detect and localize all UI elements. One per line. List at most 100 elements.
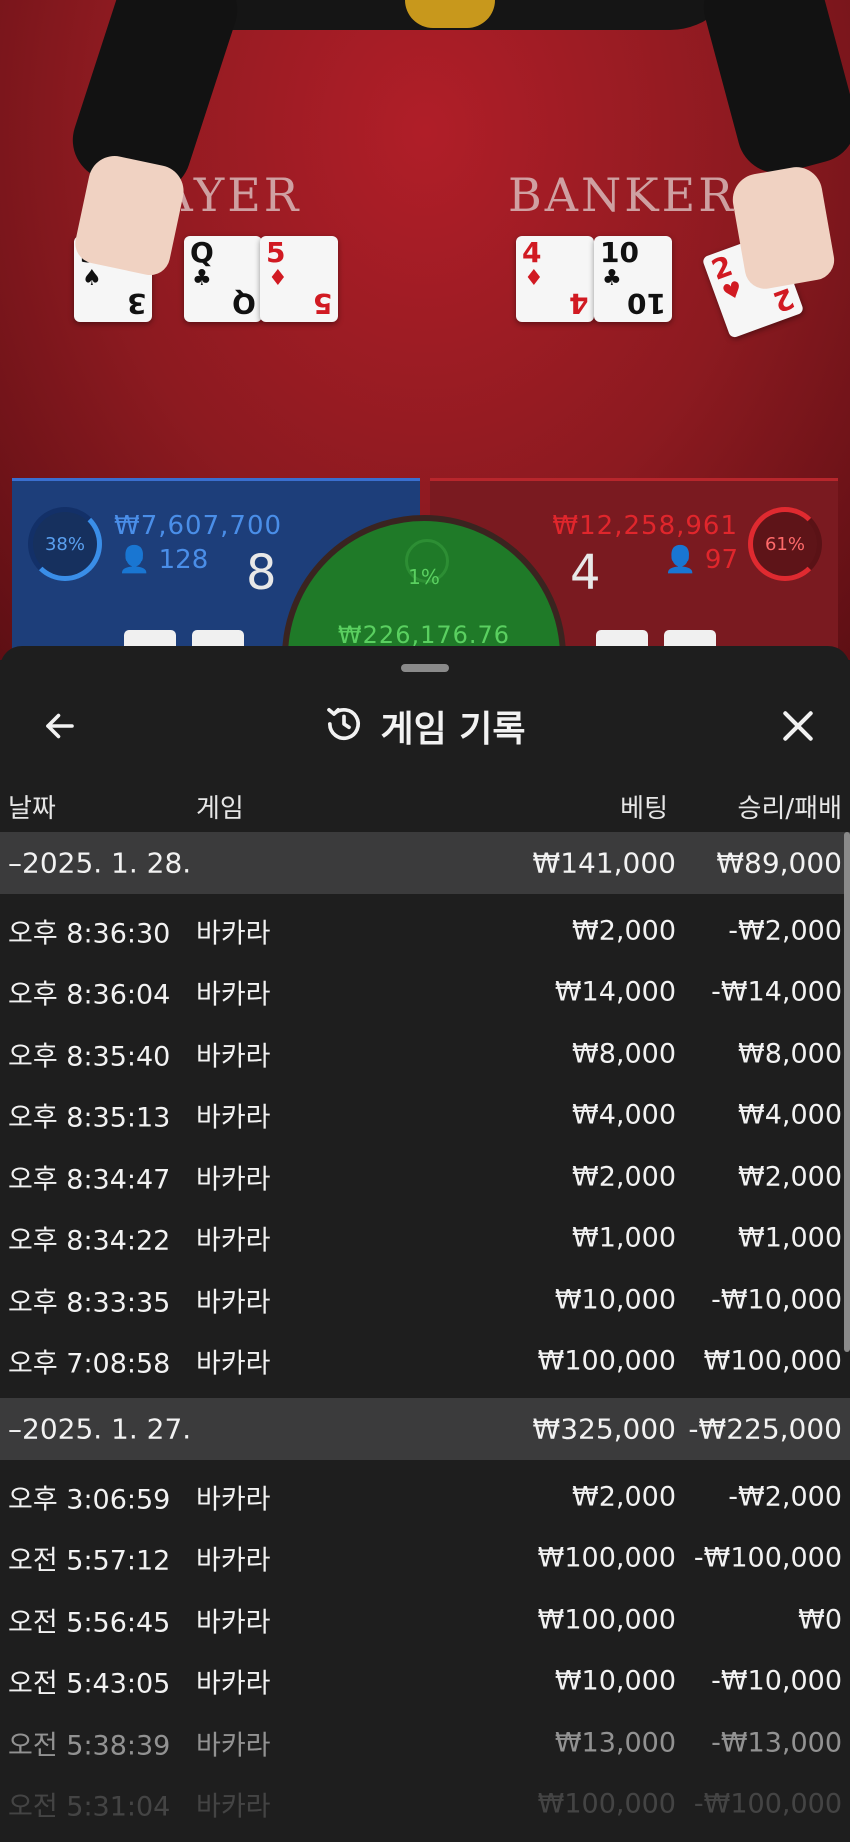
card-rank: 5 — [266, 236, 286, 269]
playing-card: 10 ♣ 10 — [594, 236, 672, 322]
group-bet-total: ₩141,000 — [532, 846, 676, 880]
row-result: -₩10,000 — [711, 1665, 842, 1697]
card-rank-bottom: 4 — [568, 287, 588, 320]
tie-bet-amount: ₩226,176.76 — [337, 621, 511, 649]
row-game: 바카라 — [196, 1730, 271, 1762]
dealer-right-arm — [694, 0, 850, 182]
card-rank: 4 — [522, 236, 542, 269]
history-row[interactable]: 오후 3:06:59 바카라 ₩2,000 -₩2,000 — [0, 1466, 850, 1528]
player-percent-ring: 38% — [28, 507, 102, 581]
card-rank: 10 — [600, 236, 639, 269]
row-bet: ₩2,000 — [572, 1161, 676, 1193]
row-bet: ₩2,000 — [572, 915, 676, 947]
row-result: ₩4,000 — [738, 1099, 842, 1131]
sheet-grabber-handle[interactable] — [401, 664, 449, 672]
row-bet: ₩13,000 — [554, 1727, 676, 1759]
row-bet: ₩4,000 — [572, 1099, 676, 1131]
row-bet: ₩100,000 — [537, 1542, 676, 1574]
history-row[interactable]: 오후 8:36:04 바카라 ₩14,000 -₩14,000 — [0, 962, 850, 1024]
player-bet-amount: ₩7,607,700 — [114, 511, 283, 541]
row-result: -₩2,000 — [728, 915, 842, 947]
row-game: 바카라 — [196, 1484, 271, 1516]
banker-score: 4 — [570, 545, 601, 601]
row-time: 오전 5:57:12 — [8, 1545, 171, 1577]
history-row[interactable]: 오전 5:31:04 바카라 ₩100,000 -₩100,000 — [0, 1774, 850, 1836]
row-game: 바카라 — [196, 1545, 271, 1577]
arrow-left-icon — [46, 713, 74, 739]
close-button[interactable] — [768, 696, 828, 756]
history-row[interactable]: 오후 8:35:40 바카라 ₩8,000 ₩8,000 — [0, 1023, 850, 1085]
history-list[interactable]: –2025. 1. 28. ₩141,000 ₩89,000 오후 8:36:30 바카… — [0, 832, 850, 1835]
history-row[interactable]: 오전 5:43:05 바카라 ₩10,000 -₩10,000 — [0, 1651, 850, 1713]
close-icon — [783, 711, 813, 741]
row-result: -₩10,000 — [711, 1284, 842, 1316]
row-bet: ₩1,000 — [572, 1222, 676, 1254]
row-result: ₩8,000 — [738, 1038, 842, 1070]
playing-card: 4 ♦ 4 — [516, 236, 594, 322]
date-group-header[interactable]: –2025. 1. 28. ₩141,000 ₩89,000 — [0, 832, 850, 894]
group-date: –2025. 1. 28. — [8, 846, 192, 880]
sheet-header: 게임 기록 — [0, 686, 850, 766]
row-result: ₩2,000 — [738, 1161, 842, 1193]
history-icon — [324, 704, 364, 748]
history-row[interactable]: 오후 8:36:30 바카라 ₩2,000 -₩2,000 — [0, 900, 850, 962]
history-row[interactable]: 오전 5:38:39 바카라 ₩13,000 -₩13,000 — [0, 1712, 850, 1774]
scrollbar[interactable] — [844, 832, 850, 1352]
column-date: 날짜 — [8, 794, 56, 824]
row-result: ₩0 — [798, 1604, 842, 1636]
group-date: –2025. 1. 27. — [8, 1412, 192, 1446]
row-result: ₩100,000 — [703, 1345, 842, 1377]
row-time: 오후 3:06:59 — [8, 1484, 171, 1516]
back-button[interactable] — [30, 696, 90, 756]
card-suit: ♦ — [268, 266, 288, 291]
row-game: 바카라 — [196, 1607, 271, 1639]
row-time: 오전 5:43:05 — [8, 1668, 171, 1700]
row-time: 오후 8:33:35 — [8, 1287, 171, 1319]
row-time: 오전 5:38:39 — [8, 1730, 171, 1762]
card-suit: ♦ — [524, 266, 544, 291]
row-result: -₩100,000 — [693, 1542, 842, 1574]
game-history-sheet: 게임 기록 날짜 게임 베팅 승리/패배 –2025. 1. 28. ₩141,0… — [0, 646, 850, 1842]
live-video: PLAYER BANKER 3♠3Q♣Q5♦5 4♦410♣102♥2 38% … — [0, 0, 850, 660]
card-suit: ♥ — [719, 276, 747, 307]
row-time: 오후 8:34:47 — [8, 1164, 171, 1196]
card-rank-bottom: 5 — [312, 287, 332, 320]
card-suit: ♣ — [602, 266, 622, 291]
row-bet: ₩10,000 — [554, 1284, 676, 1316]
history-row[interactable]: 오후 8:34:47 바카라 ₩2,000 ₩2,000 — [0, 1146, 850, 1208]
dealer-right-hand — [728, 163, 838, 292]
row-game: 바카라 — [196, 1041, 271, 1073]
card-rank: Q — [190, 236, 214, 269]
group-result-total: ₩89,000 — [716, 846, 842, 880]
row-game: 바카라 — [196, 1348, 271, 1380]
tie-percent: 1% — [408, 565, 440, 589]
history-row[interactable]: 오후 8:33:35 바카라 ₩10,000 -₩10,000 — [0, 1269, 850, 1331]
card-rank-bottom: 3 — [126, 287, 146, 320]
history-row[interactable]: 오후 8:34:22 바카라 ₩1,000 ₩1,000 — [0, 1208, 850, 1270]
row-game: 바카라 — [196, 1164, 271, 1196]
column-bet: 베팅 — [620, 794, 668, 824]
person-icon: 👤 — [118, 545, 151, 575]
row-bet: ₩100,000 — [537, 1345, 676, 1377]
row-bet: ₩100,000 — [537, 1604, 676, 1636]
history-row[interactable]: 오후 7:08:58 바카라 ₩100,000 ₩100,000 — [0, 1331, 850, 1393]
table-header: 날짜 게임 베팅 승리/패배 — [0, 776, 850, 832]
banker-bet-amount: ₩12,258,961 — [552, 511, 738, 541]
banker-percent-ring: 61% — [748, 507, 822, 581]
card-rank-bottom: 10 — [627, 287, 666, 320]
row-game: 바카라 — [196, 1791, 271, 1823]
date-group-header[interactable]: –2025. 1. 27. ₩325,000 -₩225,000 — [0, 1398, 850, 1460]
column-result: 승리/패배 — [737, 794, 842, 824]
banker-table-label: BANKER — [508, 168, 736, 222]
person-icon: 👤 — [664, 545, 697, 575]
row-time: 오전 5:31:04 — [8, 1791, 171, 1823]
row-bet: ₩10,000 — [554, 1665, 676, 1697]
player-bettor-count: 👤 128 — [118, 545, 209, 575]
row-result: -₩2,000 — [728, 1481, 842, 1513]
history-row[interactable]: 오후 8:35:13 바카라 ₩4,000 ₩4,000 — [0, 1085, 850, 1147]
row-bet: ₩2,000 — [572, 1481, 676, 1513]
history-row[interactable]: 오전 5:56:45 바카라 ₩100,000 ₩0 — [0, 1589, 850, 1651]
row-bet: ₩8,000 — [572, 1038, 676, 1070]
row-time: 오후 8:34:22 — [8, 1225, 171, 1257]
history-row[interactable]: 오전 5:57:12 바카라 ₩100,000 -₩100,000 — [0, 1528, 850, 1590]
